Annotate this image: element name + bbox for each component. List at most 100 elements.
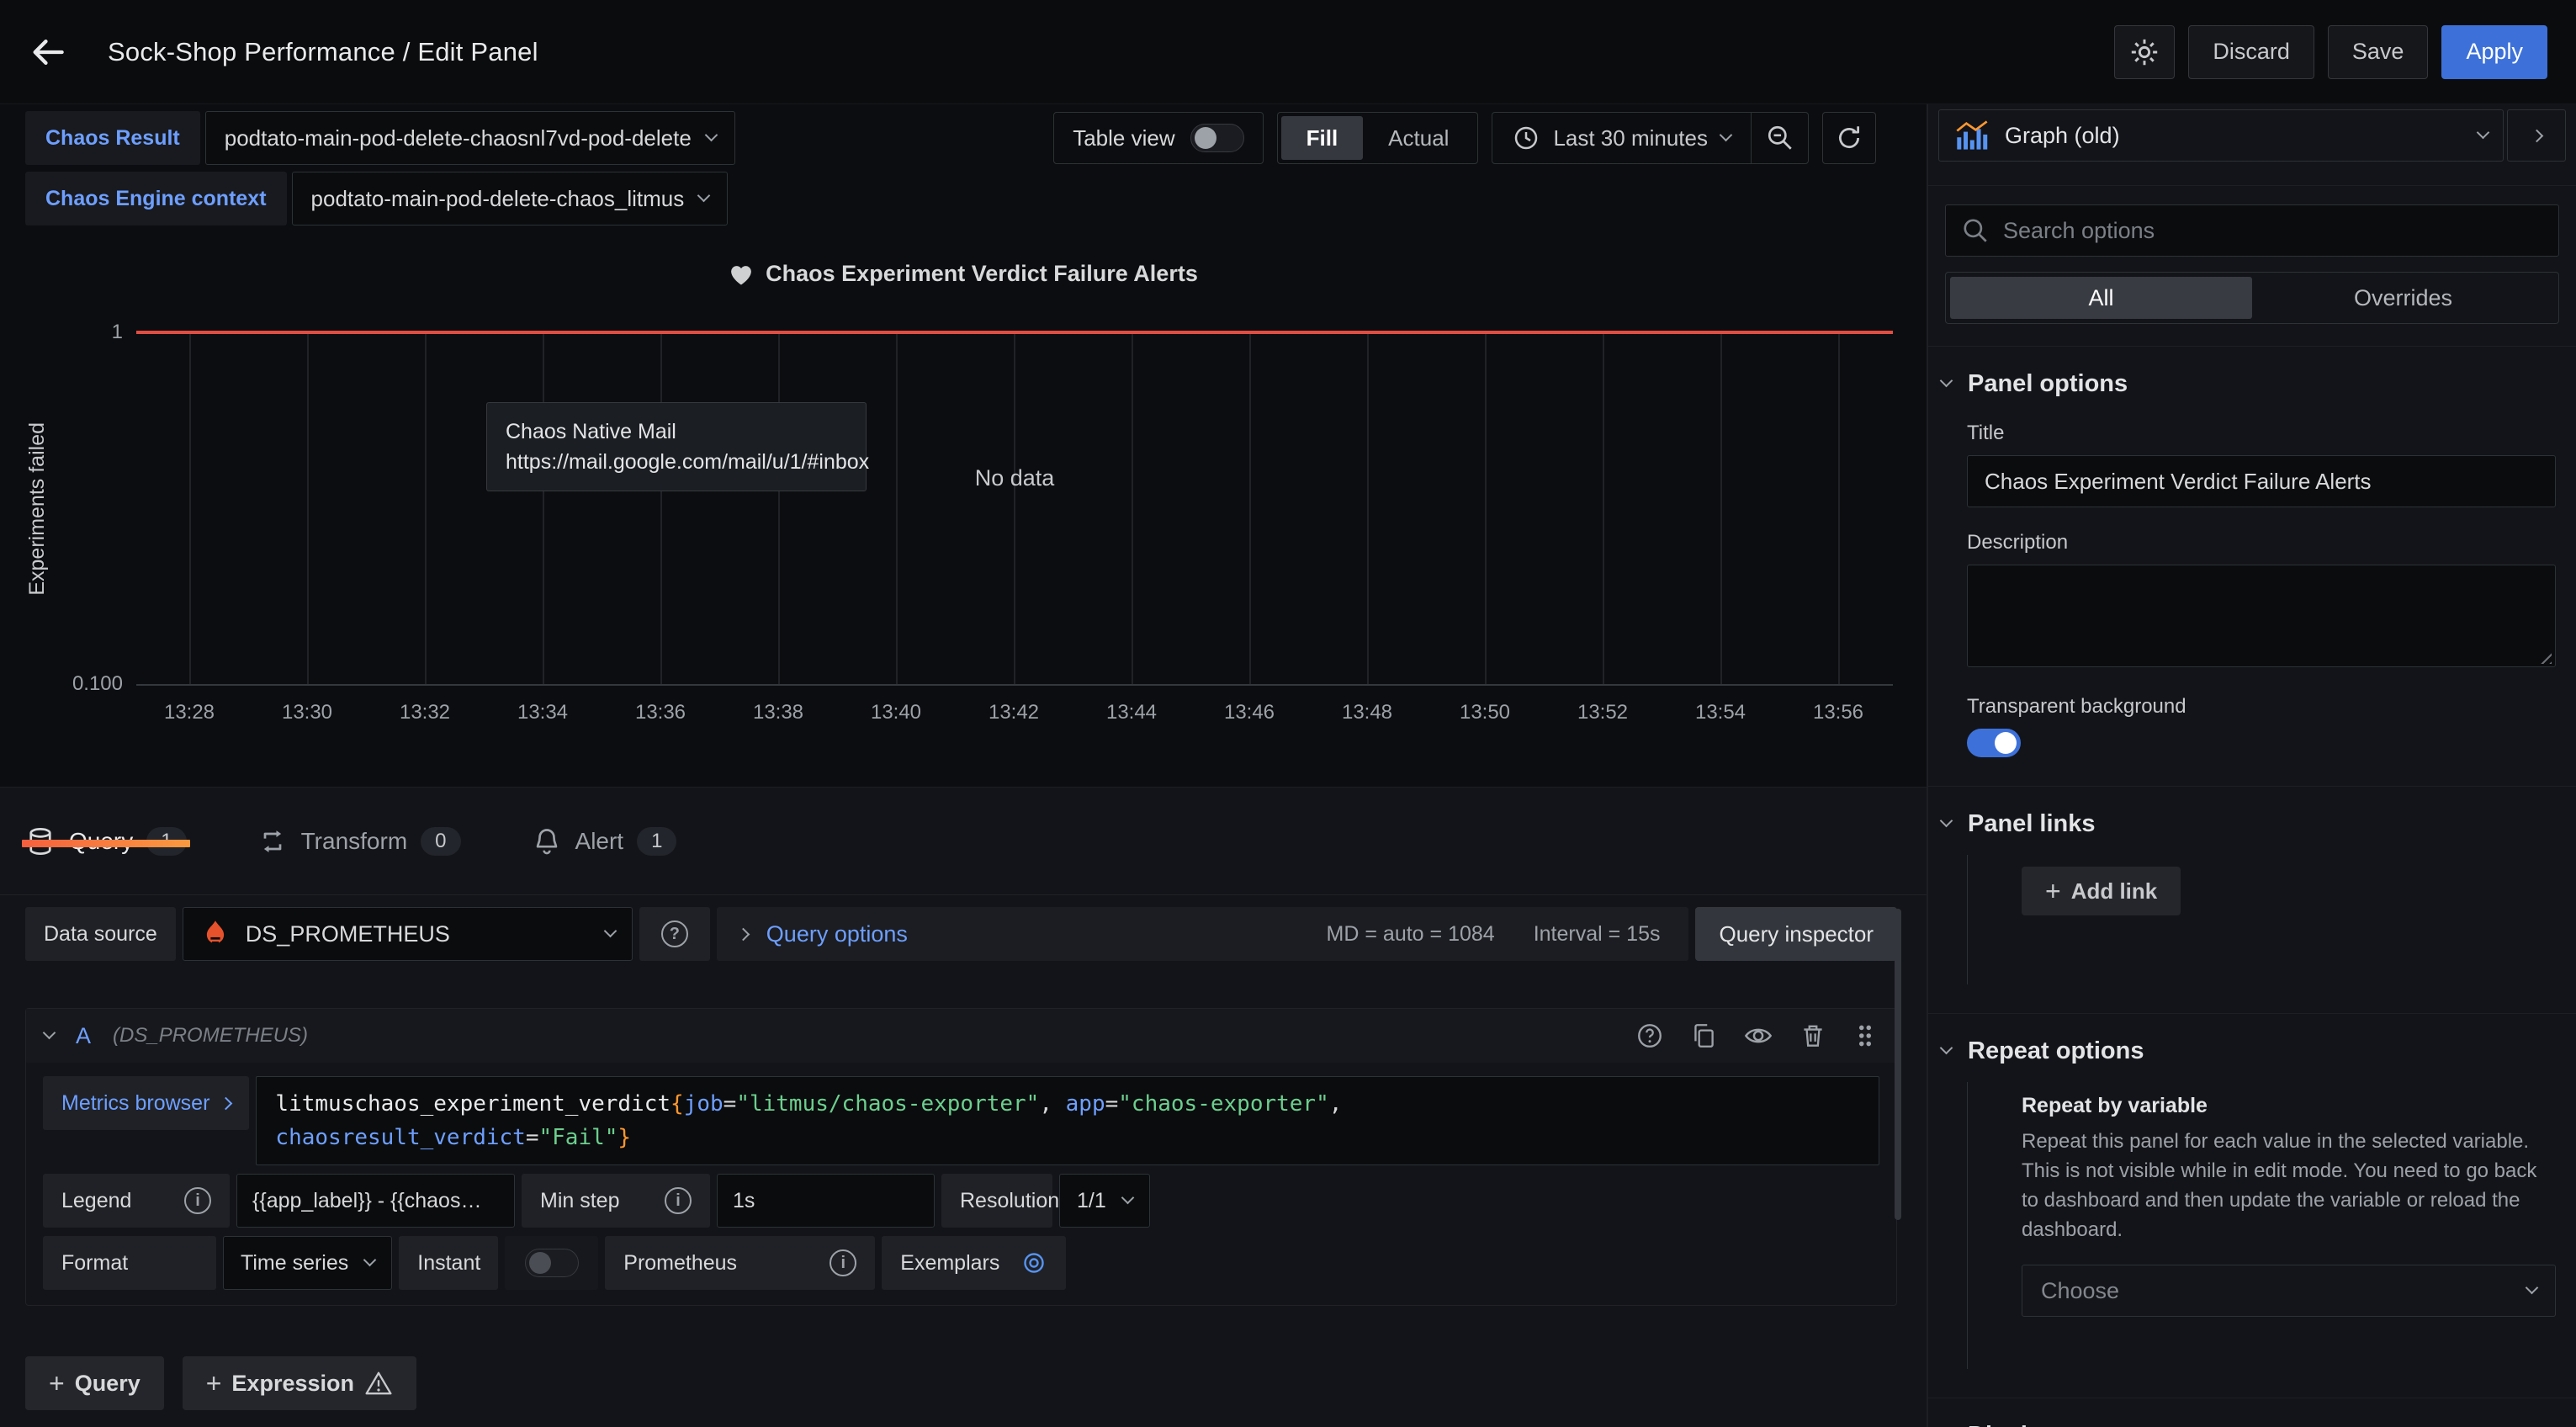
legend-label: Legend i <box>43 1174 230 1228</box>
tab-query[interactable]: Query 1 <box>25 788 187 894</box>
clock-icon <box>1513 125 1540 151</box>
drag-handle-icon[interactable] <box>1852 1021 1878 1050</box>
query-ref-datasource: (DS_PROMETHEUS) <box>113 1024 308 1048</box>
legend-format-input[interactable] <box>236 1174 515 1228</box>
help-icon[interactable] <box>1635 1021 1664 1050</box>
preview-toolbar: Table view Fill Actual Last 30 minutes <box>1053 111 1876 165</box>
repeat-options-header[interactable]: Repeat options <box>1942 1037 2556 1065</box>
variable-chaos-engine-dropdown[interactable]: podtato-main-pod-delete-chaos_litmus <box>292 172 729 225</box>
table-view-toggle[interactable] <box>1190 124 1244 152</box>
panel-description-input[interactable] <box>1967 565 2556 667</box>
panel-settings-button[interactable] <box>2114 25 2175 79</box>
x-tick-label: 13:46 <box>1224 701 1275 724</box>
exemplars-control[interactable]: Exemplars <box>882 1236 1066 1290</box>
refresh-button[interactable] <box>1822 112 1876 164</box>
chevron-right-icon <box>737 927 750 941</box>
query-ref-id: A <box>76 1023 91 1049</box>
visualization-name: Graph (old) <box>2005 123 2120 149</box>
x-axis-ticks: 13:2813:3013:3213:3413:3613:3813:4013:42… <box>136 701 1893 729</box>
x-tick-label: 13:38 <box>753 701 803 724</box>
x-tick-label: 13:50 <box>1460 701 1510 724</box>
chevron-down-icon <box>2477 125 2490 139</box>
add-query-button[interactable]: + Query <box>25 1356 164 1410</box>
tab-overrides[interactable]: Overrides <box>2252 277 2554 319</box>
display-header[interactable]: Display <box>1942 1422 2556 1427</box>
toggle-viz-picker-button[interactable] <box>2507 109 2566 162</box>
discard-button[interactable]: Discard <box>2188 25 2314 79</box>
min-step-input[interactable] <box>717 1174 935 1228</box>
collapse-chevron-icon <box>43 1026 56 1039</box>
transparent-background-toggle[interactable] <box>1967 729 2021 757</box>
x-tick-label: 13:54 <box>1695 701 1746 724</box>
query-footer-buttons: + Query + Expression <box>25 1356 1897 1410</box>
format-value: Time series <box>241 1251 348 1276</box>
query-row-header[interactable]: A (DS_PROMETHEUS) <box>26 1009 1896 1063</box>
datasource-row: Data source DS_PROMETHEUS ? <box>25 907 1897 961</box>
editor-scrollbar[interactable] <box>1895 909 1901 1220</box>
add-link-button[interactable]: + Add link <box>2022 867 2181 915</box>
alert-threshold-line <box>136 331 1893 334</box>
chart-plot-area[interactable]: 1 0.100 No data <box>136 332 1893 686</box>
gridline <box>778 332 780 684</box>
time-range-picker[interactable]: Last 30 minutes <box>1492 125 1751 151</box>
options-sections: Panel options Title Description Transpar… <box>1928 346 2576 1427</box>
save-button[interactable]: Save <box>2328 25 2429 79</box>
warning-icon <box>364 1369 393 1398</box>
page-title: Sock-Shop Performance / Edit Panel <box>108 37 538 67</box>
variable-row: Chaos Engine context podtato-main-pod-de… <box>25 172 735 225</box>
format-select[interactable]: Time series <box>223 1236 392 1290</box>
prometheus-type-label: Prometheus i <box>605 1236 875 1290</box>
chevron-down-icon <box>2526 1281 2539 1294</box>
panel-links-header[interactable]: Panel links <box>1942 810 2556 838</box>
query-row-card: A (DS_PROMETHEUS) <box>25 1008 1897 1306</box>
legend-options-row: Legend i Min step i Resolution 1/1 <box>43 1174 1879 1228</box>
tooltip-link-title[interactable]: Chaos Native Mail <box>506 416 847 447</box>
repeat-variable-select[interactable]: Choose <box>2022 1265 2556 1317</box>
tooltip-link-url[interactable]: https://mail.google.com/mail/u/1/#inbox <box>506 447 847 477</box>
section-title: Panel links <box>1968 810 2096 838</box>
fill-option[interactable]: Fill <box>1281 116 1364 160</box>
resolution-select[interactable]: 1/1 <box>1059 1174 1150 1228</box>
refresh-icon <box>1835 124 1863 152</box>
y-tick-label: 1 <box>30 321 123 344</box>
gridline <box>189 332 191 684</box>
metrics-browser-button[interactable]: Metrics browser <box>43 1076 249 1130</box>
chevron-down-icon <box>1720 128 1733 141</box>
editor-tabs: Query 1 Transform 0 <box>0 788 1927 895</box>
visualization-picker[interactable]: Graph (old) <box>1938 109 2504 162</box>
tab-transform[interactable]: Transform 0 <box>257 788 461 894</box>
actual-option[interactable]: Actual <box>1363 116 1474 160</box>
choose-placeholder: Choose <box>2041 1278 2119 1304</box>
resolution-value: 1/1 <box>1077 1189 1106 1213</box>
instant-toggle[interactable] <box>525 1249 579 1277</box>
options-search-input[interactable] <box>2003 218 2543 244</box>
dashboard-variables: Chaos Result podtato-main-pod-delete-cha… <box>25 111 735 225</box>
panel-options-header[interactable]: Panel options <box>1942 370 2556 398</box>
add-expression-button[interactable]: + Expression <box>183 1356 416 1410</box>
tab-all-options[interactable]: All <box>1950 277 2252 319</box>
chevron-down-icon <box>697 188 711 202</box>
chevron-down-icon <box>363 1253 377 1266</box>
tab-alert[interactable]: Alert 1 <box>532 788 677 894</box>
query-options-collapse[interactable]: Query options MD = auto = 1084 Interval … <box>717 907 1689 961</box>
transparent-label: Transparent background <box>1967 695 2556 719</box>
query-inspector-button[interactable]: Query inspector <box>1695 907 1897 961</box>
promql-code[interactable]: litmuschaos_experiment_verdict{job="litm… <box>256 1076 1879 1165</box>
zoom-out-button[interactable] <box>1751 113 1808 163</box>
trash-icon[interactable] <box>1799 1021 1827 1050</box>
datasource-help-button[interactable]: ? <box>639 907 710 961</box>
datasource-label: Data source <box>25 907 176 961</box>
variable-chaos-result-dropdown[interactable]: podtato-main-pod-delete-chaosnl7vd-pod-d… <box>205 111 735 165</box>
display-section: Display Bars <box>1928 1398 2576 1427</box>
back-button[interactable] <box>29 23 87 82</box>
datasource-select[interactable]: DS_PROMETHEUS <box>183 907 633 961</box>
duplicate-icon[interactable] <box>1689 1021 1718 1050</box>
apply-button[interactable]: Apply <box>2441 25 2547 79</box>
metrics-row: Metrics browser litmuschaos_experiment_v… <box>43 1076 1879 1165</box>
exemplars-icon <box>1020 1249 1047 1276</box>
variable-value: podtato-main-pod-delete-chaosnl7vd-pod-d… <box>225 125 692 151</box>
eye-icon[interactable] <box>1743 1021 1773 1051</box>
resolution-label: Resolution <box>941 1174 1052 1228</box>
panel-title-input[interactable] <box>1967 455 2556 507</box>
panel-title-row: Chaos Experiment Verdict Failure Alerts <box>0 261 1927 287</box>
